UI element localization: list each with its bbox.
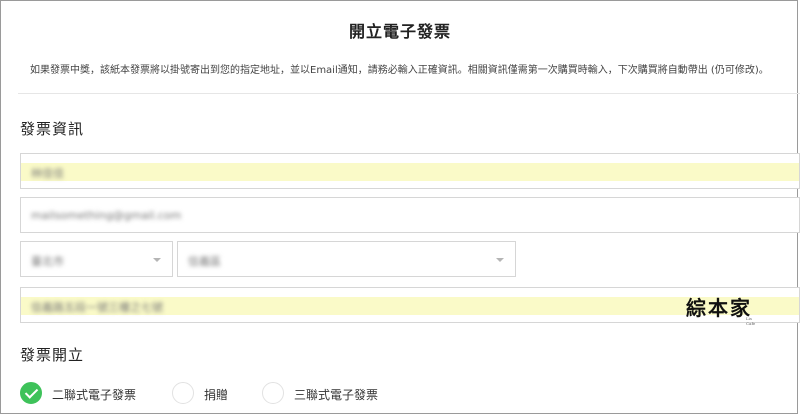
radio-duplicate-einvoice[interactable] <box>20 382 42 404</box>
invoice-issue-title: 發票開立 <box>20 346 85 364</box>
lottery-notice: 如果發票中獎，該紙本發票將以掛號寄出到您的指定地址，並以Email通知，請務必輸… <box>30 65 769 76</box>
email-field[interactable]: mailsomething@gmail.com <box>20 197 800 233</box>
address-field[interactable]: 信義路五段一號三樓之七號 <box>20 287 800 323</box>
name-value: 林佳佳 <box>31 167 64 180</box>
radio-label-duplicate-einvoice[interactable]: 二聯式電子發票 <box>52 386 136 403</box>
page-title: 開立電子發票 <box>348 22 451 41</box>
invoice-info-title: 發票資訊 <box>20 120 85 138</box>
address-value: 信義路五段一號三樓之七號 <box>31 301 163 314</box>
chevron-down-icon <box>496 258 504 262</box>
radio-donate[interactable] <box>172 382 194 404</box>
radio-label-triplicate-einvoice[interactable]: 三聯式電子發票 <box>294 386 378 403</box>
district-value: 信義區 <box>188 255 221 268</box>
chevron-down-icon <box>153 258 161 262</box>
radio-triplicate-einvoice[interactable] <box>262 382 284 404</box>
email-value: mailsomething@gmail.com <box>31 209 182 222</box>
watermark-logo: 綜本家 Lis Cafe <box>686 296 756 326</box>
city-value: 臺北市 <box>31 255 64 268</box>
divider <box>18 93 800 94</box>
radio-label-donate[interactable]: 捐贈 <box>204 386 228 403</box>
name-field[interactable]: 林佳佳 <box>20 153 800 189</box>
city-select[interactable]: 臺北市 <box>20 241 173 277</box>
district-select[interactable]: 信義區 <box>177 241 516 277</box>
